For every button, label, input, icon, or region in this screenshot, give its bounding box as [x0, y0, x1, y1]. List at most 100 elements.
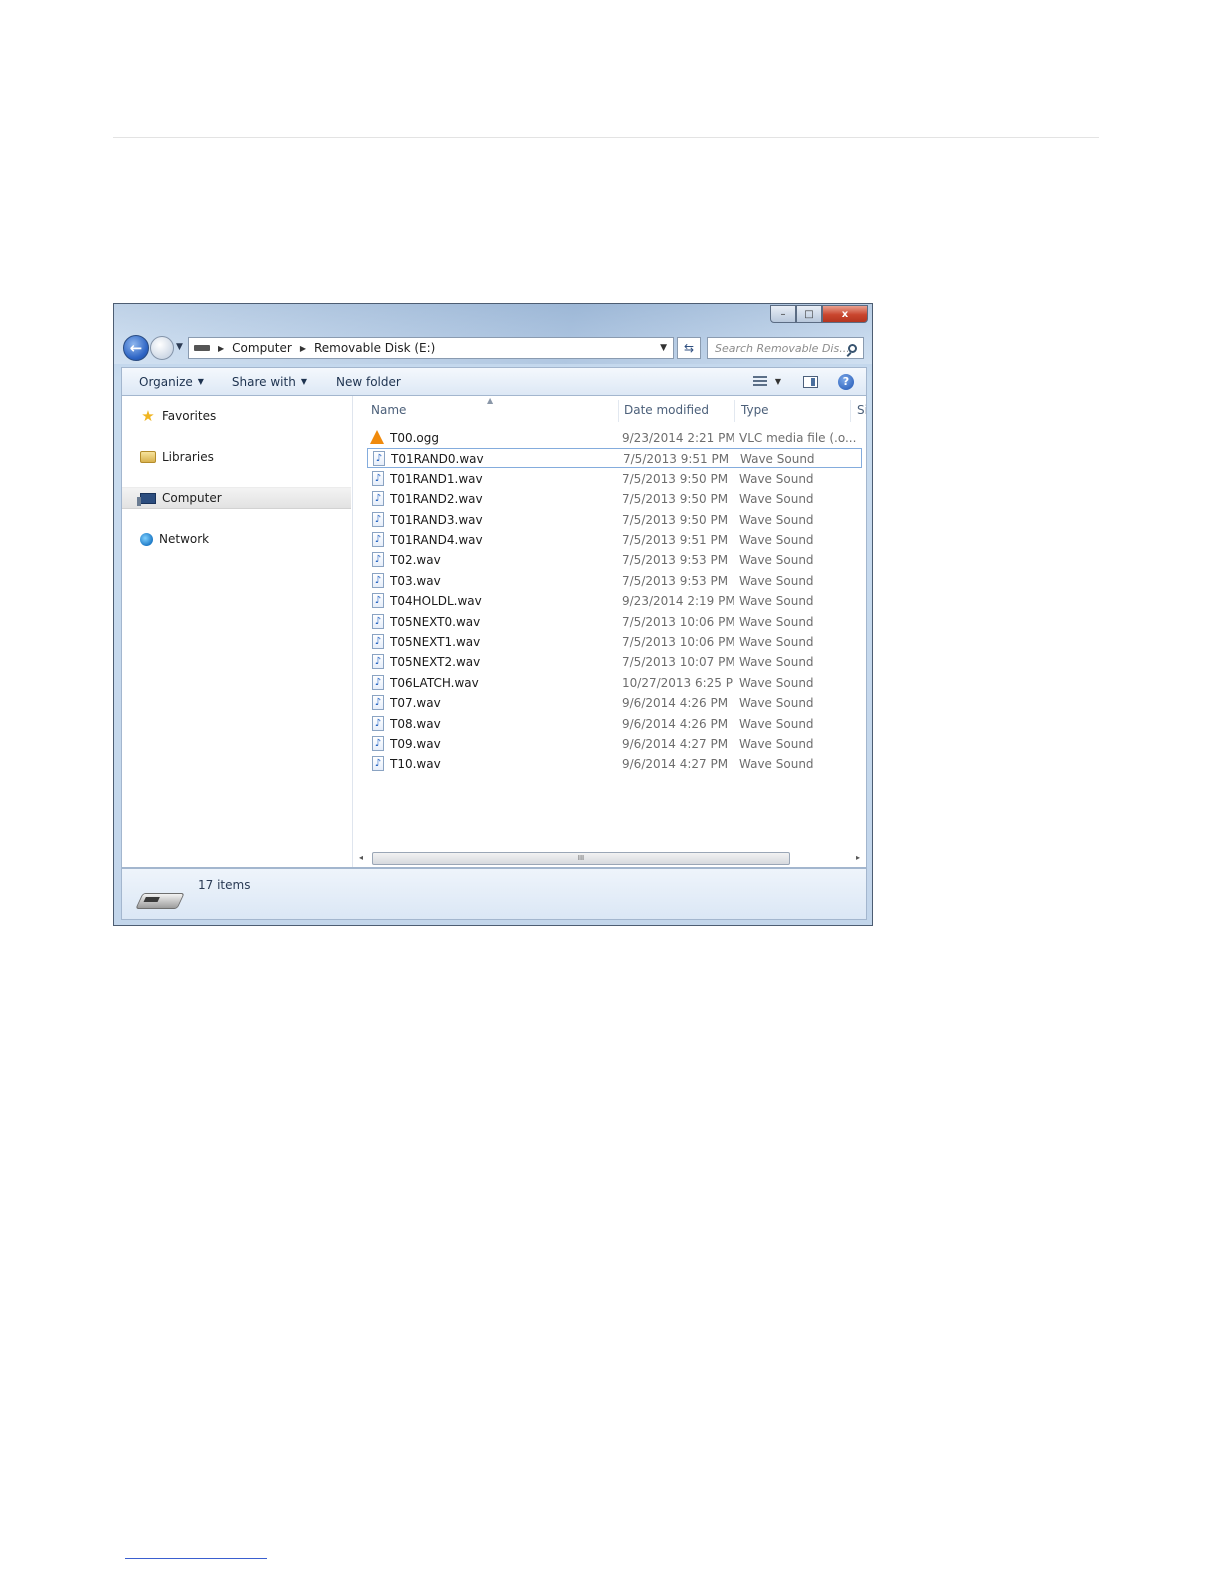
- file-type: Wave Sound: [739, 757, 814, 772]
- file-date: 9/6/2014 4:27 PM: [622, 737, 729, 751]
- file-row[interactable]: ♪ T02.wav 7/5/2013 9:53 PM Wave Sound: [367, 550, 862, 570]
- back-button[interactable]: ←: [123, 335, 149, 361]
- address-dropdown-icon[interactable]: ▼: [660, 343, 667, 353]
- file-name: T05NEXT2.wav: [390, 655, 481, 670]
- file-name: T09.wav: [390, 737, 441, 751]
- view-options-dropdown[interactable]: ▼: [775, 377, 781, 386]
- file-list: ▲ Name Date modified Type Si T00.ogg 9/23…: [353, 396, 866, 867]
- change-view-icon[interactable]: [752, 376, 767, 387]
- file-type: Wave Sound: [739, 696, 814, 711]
- file-name: T08.wav: [390, 716, 441, 731]
- nav-label: Network: [159, 532, 210, 546]
- file-row[interactable]: ♪ T08.wav 9/6/2014 4:26 PM Wave Sound: [367, 714, 862, 734]
- column-header-name[interactable]: Name: [371, 396, 406, 424]
- file-name: T05NEXT0.wav: [390, 614, 481, 629]
- nav-item-favorites[interactable]: ★ Favorites: [122, 406, 351, 426]
- file-date: 10/27/2013 6:25 PM: [622, 675, 734, 690]
- details-pane: 17 items: [121, 868, 867, 920]
- file-type: Wave Sound: [740, 452, 815, 467]
- file-row[interactable]: ♪ T06LATCH.wav 10/27/2013 6:25 PM Wave Soun…: [367, 673, 862, 693]
- search-placeholder: Search Removable Dis...: [715, 341, 848, 355]
- file-date: 7/5/2013 10:06 PM: [622, 614, 734, 629]
- caret-down-icon: ▼: [300, 377, 307, 386]
- wave-file-icon: ♪: [372, 511, 384, 527]
- navigation-pane: ★ Favorites Libraries Computer Network: [122, 396, 353, 867]
- preview-pane-icon[interactable]: [803, 375, 818, 388]
- minimize-button[interactable]: –: [770, 305, 796, 323]
- file-row[interactable]: ♪ T05NEXT1.wav 7/5/2013 10:06 PM Wave Sound: [367, 632, 862, 652]
- file-date: 7/5/2013 9:50 PM: [622, 471, 729, 486]
- window-controls: – □ x: [770, 305, 868, 323]
- file-type: Wave Sound: [739, 492, 814, 507]
- chevron-right-icon[interactable]: ▶: [300, 344, 306, 353]
- file-date: 9/6/2014 4:26 PM: [622, 696, 729, 711]
- file-row[interactable]: ♪ T01RAND3.wav 7/5/2013 9:50 PM Wave Sound: [367, 510, 862, 530]
- nav-item-network[interactable]: Network: [122, 529, 351, 549]
- recent-pages-dropdown[interactable]: ▼: [176, 342, 183, 352]
- column-header-date[interactable]: Date modified: [624, 396, 709, 424]
- file-row[interactable]: ♪ T07.wav 9/6/2014 4:26 PM Wave Sound: [367, 693, 862, 713]
- file-row[interactable]: T00.ogg 9/23/2014 2:21 PM VLC media file (…: [367, 428, 862, 448]
- file-type: Wave Sound: [739, 635, 814, 649]
- file-row[interactable]: ♪ T01RAND1.wav 7/5/2013 9:50 PM Wave Sound: [367, 469, 862, 489]
- forward-button[interactable]: [150, 336, 174, 360]
- file-date: 7/5/2013 9:51 PM: [623, 452, 730, 467]
- wave-file-icon: ♪: [372, 613, 384, 629]
- scrollbar-thumb[interactable]: III: [372, 852, 790, 865]
- help-icon[interactable]: ?: [838, 373, 854, 390]
- file-type: Wave Sound: [739, 737, 814, 751]
- column-header-type[interactable]: Type: [741, 396, 769, 424]
- file-row[interactable]: ♪ T05NEXT0.wav 7/5/2013 10:06 PM Wave Sound: [367, 612, 862, 632]
- file-date: 7/5/2013 10:06 PM: [622, 635, 734, 649]
- file-name: T01RAND1.wav: [390, 471, 483, 486]
- wave-file-icon: ♪: [373, 451, 385, 467]
- wave-file-icon: ♪: [372, 470, 384, 486]
- file-name: T00.ogg: [390, 431, 439, 445]
- maximize-button[interactable]: □: [796, 305, 822, 323]
- footer-link-underline: [125, 1558, 267, 1559]
- refresh-button[interactable]: ⇆: [677, 337, 701, 359]
- file-name: T01RAND3.wav: [390, 512, 483, 527]
- file-name: T06LATCH.wav: [390, 675, 479, 690]
- breadcrumb-removable-disk[interactable]: Removable Disk (E:): [314, 341, 435, 355]
- file-row[interactable]: ♪ T10.wav 9/6/2014 4:27 PM Wave Sound: [367, 754, 862, 774]
- new-folder-button[interactable]: New folder: [336, 375, 401, 389]
- wave-file-icon: ♪: [372, 491, 384, 507]
- close-button[interactable]: x: [822, 305, 868, 323]
- file-row[interactable]: ♪ T01RAND4.wav 7/5/2013 9:51 PM Wave Sound: [367, 530, 862, 550]
- file-name: T01RAND2.wav: [390, 492, 483, 507]
- scroll-right-icon[interactable]: ▸: [856, 853, 860, 862]
- drive-icon: [194, 345, 210, 351]
- new-folder-label: New folder: [335, 374, 401, 389]
- libraries-folder-icon: [140, 451, 156, 463]
- search-icon[interactable]: [848, 343, 857, 353]
- horizontal-scrollbar[interactable]: ◂ III ▸: [356, 850, 863, 867]
- file-row[interactable]: ♪ T01RAND0.wav 7/5/2013 9:51 PM Wave Sound: [367, 448, 862, 469]
- removable-drive-icon: [135, 893, 185, 909]
- file-name: T07.wav: [390, 696, 441, 711]
- file-date: 7/5/2013 9:53 PM: [622, 573, 729, 588]
- file-row[interactable]: ♪ T04HOLDL.wav 9/23/2014 2:19 PM Wave Sound: [367, 591, 862, 611]
- file-type: Wave Sound: [739, 716, 814, 731]
- wave-file-icon: ♪: [372, 634, 384, 649]
- nav-label: Libraries: [162, 450, 214, 464]
- share-with-menu[interactable]: Share with ▼: [232, 375, 307, 389]
- nav-item-libraries[interactable]: Libraries: [122, 447, 351, 467]
- caret-down-icon: ▼: [197, 377, 204, 386]
- search-input[interactable]: Search Removable Dis...: [707, 337, 864, 359]
- file-row[interactable]: ♪ T03.wav 7/5/2013 9:53 PM Wave Sound: [367, 571, 862, 591]
- file-row[interactable]: ♪ T01RAND2.wav 7/5/2013 9:50 PM Wave Sound: [367, 489, 862, 509]
- scroll-left-icon[interactable]: ◂: [359, 853, 363, 862]
- file-type: VLC media file (.o...: [739, 431, 857, 445]
- chevron-right-icon[interactable]: ▶: [218, 344, 224, 353]
- file-type: Wave Sound: [739, 573, 814, 588]
- address-bar[interactable]: ▶ Computer ▶ Removable Disk (E:) ▼: [188, 337, 674, 359]
- nav-label: Computer: [162, 491, 222, 505]
- column-header-size[interactable]: Si: [857, 396, 866, 424]
- file-date: 9/6/2014 4:26 PM: [622, 716, 729, 731]
- nav-item-computer[interactable]: Computer: [122, 487, 351, 509]
- file-row[interactable]: ♪ T05NEXT2.wav 7/5/2013 10:07 PM Wave Sound: [367, 652, 862, 672]
- organize-menu[interactable]: Organize ▼: [139, 375, 204, 389]
- breadcrumb-computer[interactable]: Computer: [232, 341, 292, 355]
- file-row[interactable]: ♪ T09.wav 9/6/2014 4:27 PM Wave Sound: [367, 734, 862, 754]
